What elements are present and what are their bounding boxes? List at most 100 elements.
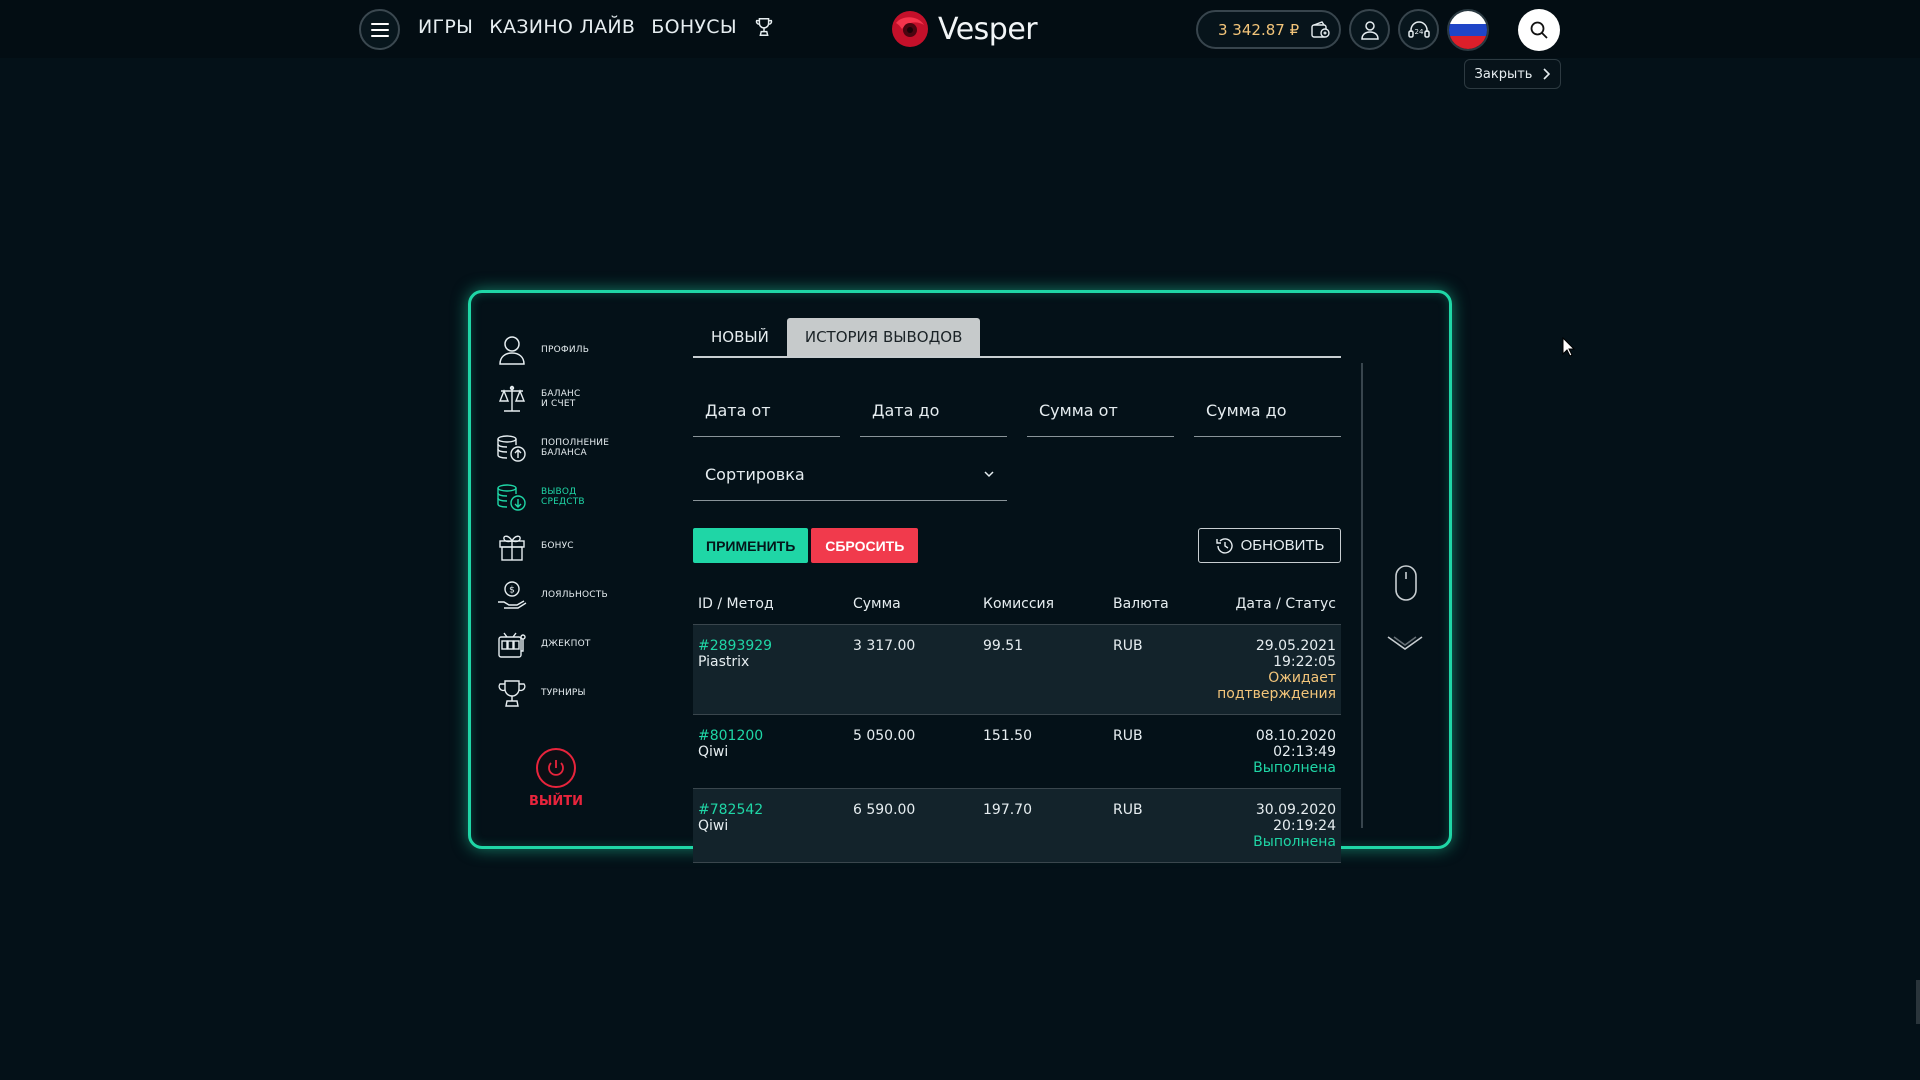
amount: 3 317.00 xyxy=(848,624,978,715)
sidebar-item-bonus[interactable]: БОНУС xyxy=(496,521,656,570)
language-flag-ru[interactable] xyxy=(1447,9,1489,51)
sidebar-item-loyalty[interactable]: $ ЛОЯЛЬНОСТЬ xyxy=(496,570,656,619)
top-bar: ИГРЫ КАЗИНО ЛАЙВ БОНУСЫ Vesper 3 342.87 … xyxy=(0,0,1920,58)
chevron-right-icon xyxy=(1543,68,1551,80)
currency: RUB xyxy=(1108,714,1188,789)
hamburger-icon xyxy=(370,22,389,37)
tab-new[interactable]: НОВЫЙ xyxy=(693,318,787,356)
profile-button[interactable] xyxy=(1349,9,1390,50)
nav-live-casino[interactable]: КАЗИНО ЛАЙВ xyxy=(489,16,635,38)
coins-up-icon xyxy=(496,432,528,464)
tab-withdraw-history[interactable]: ИСТОРИЯ ВЫВОДОВ xyxy=(786,318,981,356)
status-done: Выполнена xyxy=(1253,760,1336,776)
balance-amount: 3 342.87 ₽ xyxy=(1218,20,1300,39)
amount: 5 050.00 xyxy=(848,714,978,789)
col-id-method: ID / Метод xyxy=(693,586,848,625)
method: Qiwi xyxy=(698,818,729,834)
sort-select[interactable]: Сортировка xyxy=(693,448,1007,501)
transaction-id[interactable]: #801200 xyxy=(698,728,843,744)
sidebar-item-deposit[interactable]: ПОПОЛНЕНИЕ БАЛАНСА xyxy=(496,423,656,472)
sidebar-item-label: ДЖЕКПОТ xyxy=(541,638,591,649)
refresh-clock-icon xyxy=(1215,537,1233,554)
support-button[interactable]: 24 xyxy=(1398,9,1439,50)
sidebar-item-balance[interactable]: БАЛАНС И СЧЕТ xyxy=(496,374,656,423)
col-currency: Валюта xyxy=(1108,586,1188,625)
support-24-icon: 24 xyxy=(1407,20,1430,38)
slot-machine-icon xyxy=(496,628,528,660)
table-row: #801200 Qiwi 5 050.00 151.50 RUB 08.10.20… xyxy=(693,714,1341,789)
sidebar-item-label: БАЛАНС И СЧЕТ xyxy=(541,388,581,409)
logo[interactable]: Vesper xyxy=(890,9,1038,49)
logo-text: Vesper xyxy=(938,11,1038,47)
transaction-id[interactable]: #2893929 xyxy=(698,638,843,654)
currency: RUB xyxy=(1108,788,1188,863)
sidebar-item-label: ПОПОЛНЕНИЕ БАЛАНСА xyxy=(541,437,610,458)
user-icon xyxy=(496,334,528,366)
date: 08.10.2020 02:13:49 xyxy=(1255,728,1336,760)
reset-button[interactable]: СБРОСИТЬ xyxy=(811,528,919,563)
scales-icon xyxy=(496,383,528,415)
sidebar-item-label: БОНУС xyxy=(541,540,574,551)
vesper-logo-icon xyxy=(892,11,928,47)
method: Qiwi xyxy=(698,744,729,760)
nav-bonuses[interactable]: БОНУСЫ xyxy=(651,16,737,38)
refresh-label: ОБНОВИТЬ xyxy=(1240,537,1325,554)
chevron-down-icon[interactable] xyxy=(1385,633,1425,653)
sidebar-item-label: ЛОЯЛЬНОСТЬ xyxy=(541,589,608,600)
svg-text:24: 24 xyxy=(1414,28,1423,36)
nav-games[interactable]: ИГРЫ xyxy=(418,16,473,38)
fee: 197.70 xyxy=(978,788,1108,863)
col-amount: Сумма xyxy=(848,586,978,625)
balance-button[interactable]: 3 342.87 ₽ xyxy=(1196,10,1341,49)
account-modal: ПРОФИЛЬ БАЛАНС И СЧЕТ ПОПОЛНЕНИЕ БАЛАНСА… xyxy=(468,290,1452,863)
date-from-input[interactable]: Дата от xyxy=(693,384,840,437)
withdraw-content: НОВЫЙ ИСТОРИЯ ВЫВОДОВ Дата от Дата до Су… xyxy=(693,318,1341,863)
account-sidebar: ПРОФИЛЬ БАЛАНС И СЧЕТ ПОПОЛНЕНИЕ БАЛАНСА… xyxy=(496,325,656,717)
method: Piastrix xyxy=(698,654,750,670)
withdraw-history-table: ID / Метод Сумма Комиссия Валюта Дата / … xyxy=(693,586,1341,863)
date-to-input[interactable]: Дата до xyxy=(860,384,1007,437)
status-pending: Ожидает подтверждения xyxy=(1217,670,1336,702)
col-fee: Комиссия xyxy=(978,586,1108,625)
logout-label: ВЫЙТИ xyxy=(528,794,583,809)
main-nav: ИГРЫ КАЗИНО ЛАЙВ БОНУСЫ xyxy=(418,16,775,38)
user-icon xyxy=(1360,20,1379,40)
actions-row: ПРИМЕНИТЬ СБРОСИТЬ ОБНОВИТЬ xyxy=(693,528,1341,564)
edge-tab xyxy=(1916,980,1920,1024)
currency: RUB xyxy=(1108,624,1188,715)
close-label: Закрыть xyxy=(1474,66,1533,82)
logout-button[interactable]: ВЫЙТИ xyxy=(526,748,586,809)
sidebar-item-label: ТУРНИРЫ xyxy=(541,687,586,698)
sum-to-input[interactable]: Сумма до xyxy=(1194,384,1341,437)
trophy-icon[interactable] xyxy=(753,16,775,38)
amount: 6 590.00 xyxy=(848,788,978,863)
table-row: #2893929 Piastrix 3 317.00 99.51 RUB 29.0… xyxy=(693,624,1341,715)
sidebar-item-tournaments[interactable]: ТУРНИРЫ xyxy=(496,668,656,717)
sum-from-input[interactable]: Сумма от xyxy=(1027,384,1174,437)
date: 29.05.2021 19:22:05 xyxy=(1255,638,1336,670)
refresh-button[interactable]: ОБНОВИТЬ xyxy=(1198,528,1341,563)
sidebar-item-withdraw[interactable]: ВЫВОД СРЕДСТВ xyxy=(496,472,656,521)
sidebar-item-profile[interactable]: ПРОФИЛЬ xyxy=(496,325,656,374)
sidebar-item-jackpot[interactable]: ДЖЕКПОТ xyxy=(496,619,656,668)
search-icon xyxy=(1530,21,1548,39)
wallet-icon xyxy=(1311,20,1330,38)
table-row: #782542 Qiwi 6 590.00 197.70 RUB 30.09.20… xyxy=(693,788,1341,863)
search-button[interactable] xyxy=(1518,9,1560,51)
filters-row: Дата от Дата до Сумма от Сумма до xyxy=(693,384,1341,437)
col-date-status: Дата / Статус xyxy=(1188,586,1341,625)
sidebar-item-label: ПРОФИЛЬ xyxy=(541,344,590,355)
coins-down-icon xyxy=(496,481,528,513)
trophy-icon xyxy=(496,677,528,709)
content-scrollbar[interactable] xyxy=(1361,363,1363,828)
transaction-id[interactable]: #782542 xyxy=(698,802,843,818)
svg-text:$: $ xyxy=(509,585,515,595)
apply-button[interactable]: ПРИМЕНИТЬ xyxy=(693,528,809,563)
sidebar-item-label: ВЫВОД СРЕДСТВ xyxy=(541,486,585,507)
status-done: Выполнена xyxy=(1253,834,1336,850)
fee: 99.51 xyxy=(978,624,1108,715)
close-search-button[interactable]: Закрыть xyxy=(1464,59,1561,89)
menu-button[interactable] xyxy=(359,9,400,50)
date: 30.09.2020 20:19:24 xyxy=(1255,802,1336,834)
chevron-down-icon xyxy=(984,471,994,478)
